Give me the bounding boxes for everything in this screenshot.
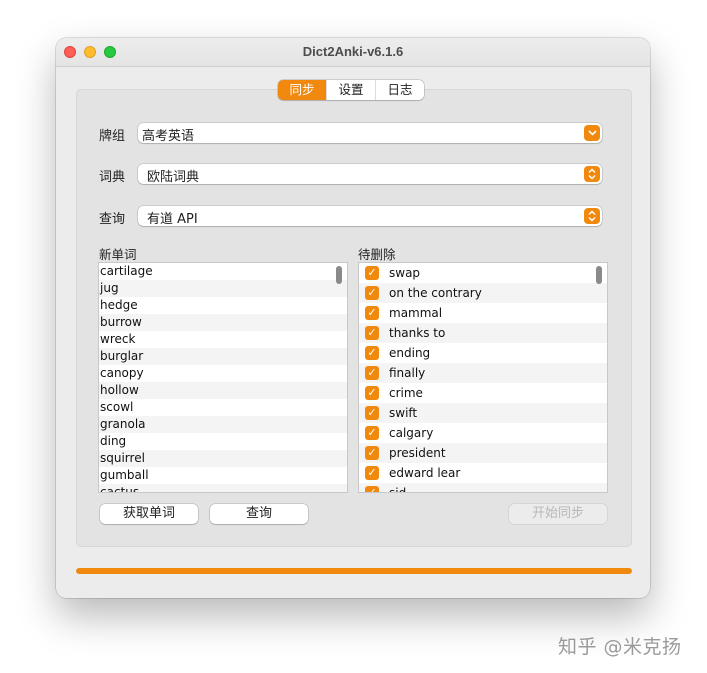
app-window: Dict2Anki-v6.1.6 同步 设置 日志 牌组 高考英语 词典 欧陆词… (56, 38, 650, 598)
to-delete-item[interactable]: ✓ ending (359, 343, 607, 363)
query-label: 查询 (99, 212, 126, 227)
to-delete-item-label: calgary (389, 426, 434, 440)
checkmark-icon[interactable]: ✓ (365, 346, 379, 360)
new-word-item[interactable]: granola (99, 416, 347, 433)
checkmark-icon[interactable]: ✓ (365, 486, 379, 492)
checkmark-icon[interactable]: ✓ (365, 366, 379, 380)
checkmark-icon[interactable]: ✓ (365, 326, 379, 340)
to-delete-item-label: swap (389, 266, 421, 280)
to-delete-item-label: on the contrary (389, 286, 482, 300)
window-title: Dict2Anki-v6.1.6 (302, 44, 404, 59)
new-word-item[interactable]: gumball (99, 467, 347, 484)
sync-progress-bar (76, 568, 632, 574)
checkmark-icon[interactable]: ✓ (365, 466, 379, 480)
checkmark-icon[interactable]: ✓ (365, 406, 379, 420)
tab-bar: 同步 设置 日志 (278, 80, 424, 100)
dictionary-label: 词典 (99, 170, 126, 185)
tab-log[interactable]: 日志 (376, 80, 424, 100)
tab-settings[interactable]: 设置 (327, 80, 376, 100)
watermark-text: 知乎 @米克扬 (558, 636, 682, 658)
checkmark-icon[interactable]: ✓ (365, 386, 379, 400)
new-word-item[interactable]: cactus (99, 484, 347, 492)
new-word-item[interactable]: canopy (99, 365, 347, 382)
deck-label: 牌组 (99, 129, 126, 144)
to-delete-item-label: crime (389, 386, 423, 400)
new-word-item[interactable]: jug (99, 280, 347, 297)
new-word-item[interactable]: hollow (99, 382, 347, 399)
to-delete-item[interactable]: ✓ president (359, 443, 607, 463)
deck-select[interactable]: 高考英语 (138, 123, 602, 144)
to-delete-item[interactable]: ✓ swift (359, 403, 607, 423)
dictionary-select[interactable]: 欧陆词典 (138, 164, 602, 185)
to-delete-item[interactable]: ✓ calgary (359, 423, 607, 443)
sync-progress-fill (76, 568, 632, 574)
to-delete-item[interactable]: ✓ crime (359, 383, 607, 403)
to-delete-item[interactable]: ✓ edward lear (359, 463, 607, 483)
tab-sync[interactable]: 同步 (278, 80, 327, 100)
new-word-item[interactable]: burrow (99, 314, 347, 331)
fetch-words-button[interactable]: 获取单词 (100, 504, 198, 524)
checkmark-icon[interactable]: ✓ (365, 426, 379, 440)
new-word-item[interactable]: hedge (99, 297, 347, 314)
deck-select-value: 高考英语 (142, 129, 195, 144)
new-words-list[interactable]: cartilage jug hedge burrow wreck burglar canop… (98, 262, 348, 493)
chevron-updown-icon (584, 208, 600, 224)
to-delete-item-label: swift (389, 406, 418, 420)
new-word-item[interactable]: ding (99, 433, 347, 450)
chevron-down-icon (584, 125, 600, 141)
to-delete-item-label: ending (389, 346, 431, 360)
to-delete-item[interactable]: ✓ sid (359, 483, 607, 493)
title-bar: Dict2Anki-v6.1.6 (56, 38, 650, 67)
query-select-value: 有道 API (147, 212, 198, 227)
new-words-label: 新单词 (99, 247, 137, 262)
to-delete-item-label: mammal (389, 306, 443, 320)
new-words-scrollbar[interactable] (336, 266, 342, 284)
query-select[interactable]: 有道 API (138, 206, 602, 227)
new-word-item[interactable]: scowl (99, 399, 347, 416)
to-delete-item[interactable]: ✓ mammal (359, 303, 607, 323)
new-word-item[interactable]: cartilage (99, 263, 347, 280)
chevron-updown-icon (584, 166, 600, 182)
start-sync-button[interactable]: 开始同步 (509, 504, 607, 524)
checkmark-icon[interactable]: ✓ (365, 446, 379, 460)
to-delete-list[interactable]: ✓ swap ✓ on the contrary ✓ mammal ✓ thanks to ✓ e… (358, 262, 608, 493)
dictionary-select-value: 欧陆词典 (147, 170, 200, 185)
to-delete-item[interactable]: ✓ thanks to (359, 323, 607, 343)
query-button[interactable]: 查询 (210, 504, 308, 524)
new-word-item[interactable]: wreck (99, 331, 347, 348)
to-delete-item-label: edward lear (389, 466, 461, 480)
new-word-item[interactable]: squirrel (99, 450, 347, 467)
checkmark-icon[interactable]: ✓ (365, 286, 379, 300)
to-delete-item-label: president (389, 446, 446, 460)
checkmark-icon[interactable]: ✓ (365, 266, 379, 280)
to-delete-item-label: thanks to (389, 326, 446, 340)
to-delete-item-label: sid (389, 486, 407, 493)
checkmark-icon[interactable]: ✓ (365, 306, 379, 320)
to-delete-item[interactable]: ✓ on the contrary (359, 283, 607, 303)
to-delete-label: 待删除 (358, 247, 396, 262)
to-delete-item[interactable]: ✓ swap (359, 263, 607, 283)
to-delete-item[interactable]: ✓ finally (359, 363, 607, 383)
to-delete-scrollbar[interactable] (596, 266, 602, 284)
to-delete-item-label: finally (389, 366, 426, 380)
new-word-item[interactable]: burglar (99, 348, 347, 365)
